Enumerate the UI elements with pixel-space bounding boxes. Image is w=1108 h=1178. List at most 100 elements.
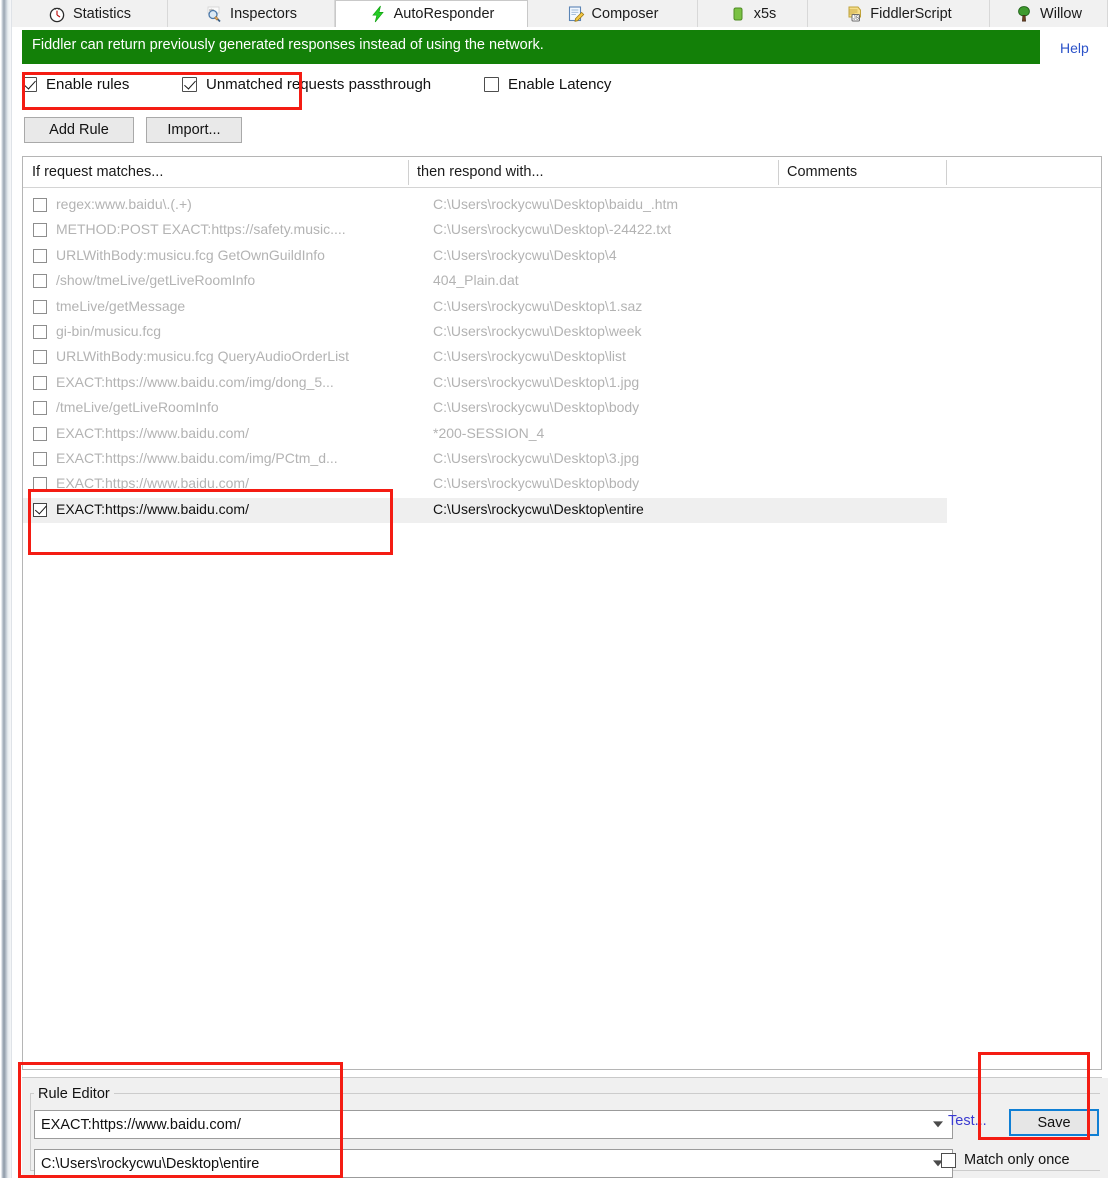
column-divider-3[interactable]: [946, 160, 947, 185]
rule-enabled-checkbox[interactable]: [33, 502, 47, 517]
table-row[interactable]: gi-bin/musicu.fcg C:\Users\rockycwu\Deskt…: [23, 320, 1101, 345]
table-row[interactable]: URLWithBody:musicu.fcg QueryAudioOrderLi…: [23, 345, 1101, 370]
import-button[interactable]: Import...: [146, 117, 242, 143]
rule-enabled-checkbox[interactable]: [33, 401, 47, 416]
option-label: Unmatched requests passthrough: [206, 76, 432, 93]
rule-respond-text: C:\Users\rockycwu\Desktop\baidu_.htm: [433, 196, 679, 212]
tab-inspectors[interactable]: abc Inspectors: [168, 0, 335, 27]
scrollbar-thumb[interactable]: [0, 0, 11, 880]
rule-enabled-checkbox[interactable]: [33, 223, 47, 238]
rule-respond-text: C:\Users\rockycwu\Desktop\body: [433, 475, 640, 492]
rule-enabled-checkbox[interactable]: [33, 426, 47, 441]
column-header-2[interactable]: Comments: [778, 157, 946, 187]
add-rule-button[interactable]: Add Rule: [24, 117, 134, 143]
table-row[interactable]: EXACT:https://www.baidu.com/C:\Users\roc…: [23, 472, 1101, 497]
left-splitter-scrollbar[interactable]: [0, 0, 11, 1178]
info-banner-text: Fiddler can return previously generated …: [32, 37, 544, 53]
table-row[interactable]: regex:www.baidu\.(.+) C:\Users\rockycwu\D…: [23, 193, 1101, 218]
rule-match-text: EXACT:https://www.baidu.com/: [56, 500, 249, 517]
rule-enabled-checkbox[interactable]: [33, 325, 47, 339]
checkbox[interactable]: [182, 77, 197, 92]
rules-grid-header: If request matches... then respond with..…: [23, 157, 1101, 188]
lightning-icon: [369, 5, 387, 23]
rule-editor-title: Rule Editor: [34, 1086, 114, 1102]
tab-label: AutoResponder: [393, 6, 495, 22]
match-only-once-checkbox[interactable]: [941, 1152, 956, 1168]
tab-label: x5s: [753, 5, 777, 22]
match-rule-value: EXACT:https://www.baidu.com/: [41, 1116, 241, 1133]
table-row[interactable]: tmeLive/getMessage C:\Users\rockycwu\Desk…: [23, 295, 1101, 320]
rule-respond-text: C:\Users\rockycwu\Desktop\3.jpg: [433, 450, 640, 466]
rule-respond-text: C:\Users\rockycwu\Desktop\-24422.txt: [433, 221, 672, 238]
tab-composer[interactable]: Composer: [528, 0, 698, 27]
table-row[interactable]: EXACT:https://www.baidu.com/img/PCtm_d..…: [23, 447, 1101, 472]
rule-respond-text: C:\Users\rockycwu\Desktop\1.saz: [433, 297, 643, 314]
checkbox[interactable]: [22, 77, 37, 92]
rule-enabled-checkbox[interactable]: [33, 375, 47, 390]
match-rule-combobox[interactable]: EXACT:https://www.baidu.com/: [34, 1110, 953, 1139]
notepad-icon: [567, 5, 585, 23]
match-only-once-option[interactable]: Match only once: [941, 1152, 1070, 1168]
tab-x5s[interactable]: x5s: [698, 0, 808, 27]
rule-match-text: gi-bin/musicu.fcg: [56, 323, 162, 339]
tab-statistics[interactable]: Statistics: [12, 0, 168, 27]
table-row[interactable]: METHOD:POST EXACT:https://safety.music..…: [23, 218, 1101, 243]
help-link[interactable]: Help: [1060, 40, 1089, 56]
column-divider-2[interactable]: [778, 160, 779, 185]
respond-with-combobox[interactable]: C:\Users\rockycwu\Desktop\entire: [34, 1149, 953, 1178]
rule-enabled-checkbox[interactable]: [33, 350, 47, 365]
rule-enabled-checkbox[interactable]: [33, 452, 47, 466]
rule-match-text: regex:www.baidu\.(.+): [56, 196, 192, 212]
option-enable-rules[interactable]: Enable rules: [22, 76, 129, 93]
rule-enabled-checkbox[interactable]: [33, 274, 47, 289]
table-row[interactable]: EXACT:https://www.baidu.com/C:\Users\roc…: [23, 497, 947, 524]
column-header-0[interactable]: If request matches...: [23, 157, 408, 187]
rule-enabled-checkbox[interactable]: [33, 248, 47, 263]
rules-grid-body[interactable]: regex:www.baidu\.(.+) C:\Users\rockycwu\D…: [23, 188, 1101, 1069]
checkbox[interactable]: [484, 77, 499, 92]
rule-respond-text: C:\Users\rockycwu\Desktop\entire: [433, 500, 644, 517]
svg-text:JS: JS: [853, 15, 860, 21]
rule-match-text: EXACT:https://www.baidu.com/img/PCtm_d..…: [56, 450, 338, 466]
rule-match-text: METHOD:POST EXACT:https://safety.music..…: [56, 221, 346, 238]
rule-enabled-checkbox[interactable]: [33, 198, 47, 212]
rule-match-text: URLWithBody:musicu.fcg QueryAudioOrderLi…: [56, 348, 350, 365]
rule-respond-text: *200-SESSION_4: [433, 424, 545, 441]
option-unmatched-requests-passthrough[interactable]: Unmatched requests passthrough: [182, 76, 431, 93]
rule-respond-text: C:\Users\rockycwu\Desktop\4: [433, 246, 617, 263]
tab-willow[interactable]: Willow: [990, 0, 1108, 27]
rule-enabled-checkbox[interactable]: [33, 299, 47, 314]
tab-label: Statistics: [72, 5, 131, 22]
rule-respond-text: C:\Users\rockycwu\Desktop\1.jpg: [433, 373, 640, 390]
tab-label: FiddlerScript: [870, 5, 952, 22]
info-banner: Fiddler can return previously generated …: [22, 30, 1040, 64]
table-row[interactable]: URLWithBody:musicu.fcg GetOwnGuildInfo C:…: [23, 244, 1101, 269]
option-enable-latency[interactable]: Enable Latency: [484, 76, 611, 93]
tab-label: Willow: [1040, 5, 1082, 22]
rule-respond-text: C:\Users\rockycwu\Desktop\body: [433, 399, 640, 416]
column-divider-1[interactable]: [408, 160, 409, 185]
table-row[interactable]: EXACT:https://www.baidu.com/img/dong_5..…: [23, 371, 1101, 396]
respond-with-value: C:\Users\rockycwu\Desktop\entire: [41, 1155, 260, 1172]
option-label: Enable Latency: [508, 76, 612, 93]
tree-icon: [1015, 5, 1033, 23]
rule-match-text: EXACT:https://www.baidu.com/: [56, 424, 249, 441]
table-row[interactable]: /tmeLive/getLiveRoomInfo C:\Users\rockycw…: [23, 396, 1101, 421]
chevron-down-icon[interactable]: [933, 1120, 943, 1127]
save-button[interactable]: Save: [1009, 1109, 1099, 1136]
rule-match-text: /tmeLive/getLiveRoomInfo: [56, 399, 219, 416]
rule-match-text: tmeLive/getMessage: [56, 297, 186, 314]
table-row[interactable]: /show/tmeLive/getLiveRoomInfo 404_Plain.d…: [23, 269, 1101, 294]
test-link[interactable]: Test...: [948, 1113, 987, 1129]
table-row[interactable]: EXACT:https://www.baidu.com/ *200-SESSION…: [23, 422, 1101, 447]
option-label: Enable rules: [46, 76, 130, 93]
js-script-icon: JS: [845, 5, 863, 23]
rules-grid[interactable]: If request matches... then respond with..…: [22, 156, 1102, 1070]
left-divider: [11, 0, 12, 1178]
column-header-1[interactable]: then respond with...: [408, 157, 778, 187]
tab-fiddlerscript[interactable]: JS FiddlerScript: [808, 0, 990, 27]
clock-icon: [48, 5, 66, 23]
rule-enabled-checkbox[interactable]: [33, 477, 47, 492]
tab-autoresponder[interactable]: AutoResponder: [335, 0, 528, 27]
tab-label: Inspectors: [230, 5, 297, 22]
